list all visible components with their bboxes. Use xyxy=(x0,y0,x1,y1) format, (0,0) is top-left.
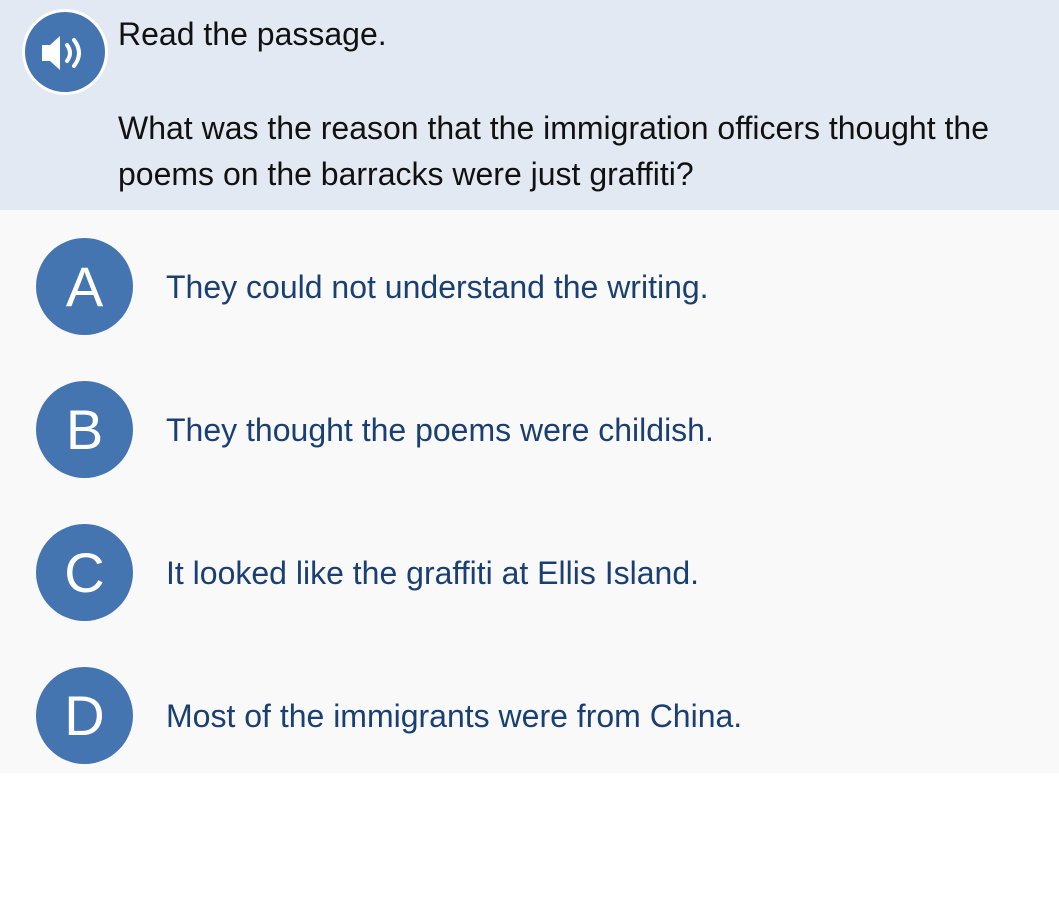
choice-a[interactable]: A They could not understand the writing. xyxy=(0,210,1059,353)
choice-text: They thought the poems were childish. xyxy=(166,412,714,448)
choice-c[interactable]: C It looked like the graffiti at Ellis I… xyxy=(0,496,1059,639)
question-text: What was the reason that the immigration… xyxy=(118,110,989,192)
answer-choices: A They could not understand the writing.… xyxy=(0,210,1059,773)
choice-text: It looked like the graffiti at Ellis Isl… xyxy=(166,555,700,591)
instruction-text: Read the passage. xyxy=(118,16,387,52)
choice-text: They could not understand the writing. xyxy=(166,269,709,305)
choice-d[interactable]: D Most of the immigrants were from China… xyxy=(0,639,1059,782)
audio-button-inner xyxy=(25,12,105,92)
choice-letter-badge: D xyxy=(36,667,133,764)
choice-letter-badge: B xyxy=(36,381,133,478)
speaker-volume-icon xyxy=(42,36,81,70)
choice-letter-badge: C xyxy=(36,524,133,621)
choice-letter-badge: A xyxy=(36,238,133,335)
audio-button[interactable] xyxy=(22,9,108,95)
choice-text: Most of the immigrants were from China. xyxy=(166,698,743,734)
choice-b[interactable]: B They thought the poems were childish. xyxy=(0,353,1059,496)
question-panel: Read the passage. What was the reason th… xyxy=(0,0,1059,210)
